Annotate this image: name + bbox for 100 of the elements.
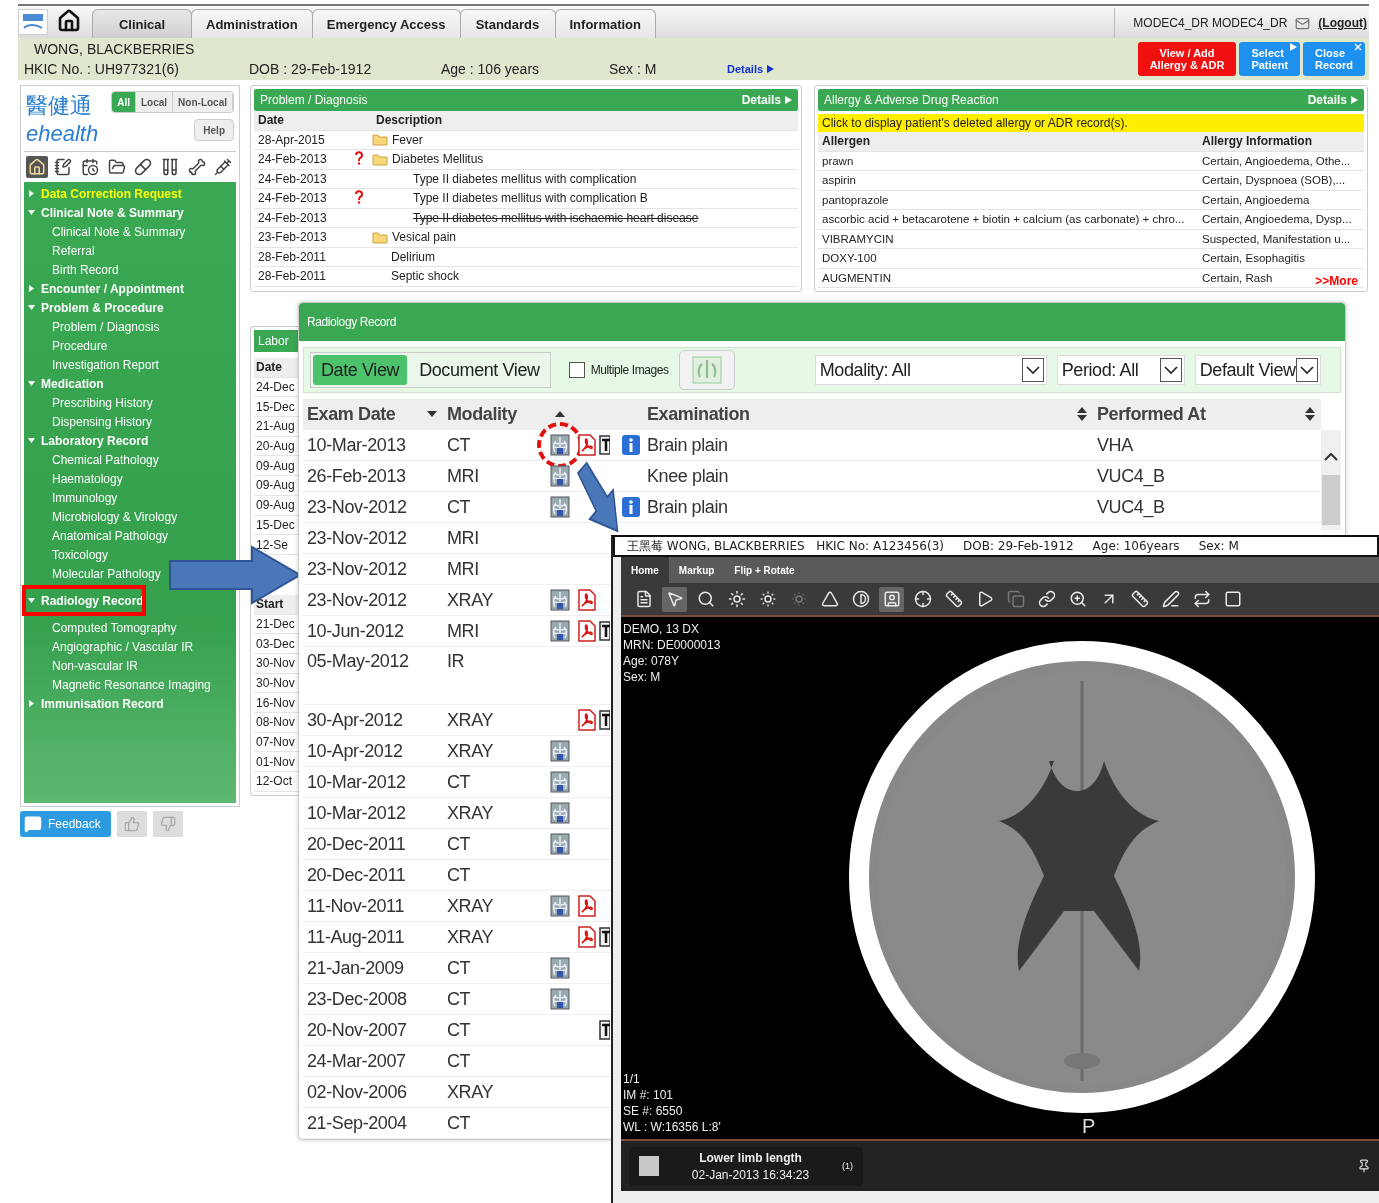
nav-item[interactable]: Computed Tomography	[24, 618, 177, 637]
view-tab[interactable]: Document View	[411, 355, 548, 385]
details-link[interactable]: Details	[1307, 93, 1358, 107]
nav-item[interactable]: Data Correction Request	[24, 184, 182, 203]
nav-item[interactable]: Microbiology & Virology	[24, 507, 178, 526]
filter-tab[interactable]: Local	[136, 92, 174, 112]
caret-icon[interactable]	[28, 209, 35, 216]
sort-icon[interactable]	[555, 411, 565, 417]
filter-tab[interactable]: All	[112, 92, 136, 112]
nav-item[interactable]: Magnetic Resonance Imaging	[24, 675, 211, 694]
chevron-down-icon[interactable]	[1025, 365, 1040, 375]
nav-item[interactable]: Procedure	[24, 336, 108, 355]
nav-tab[interactable]: Emergency Access	[311, 9, 461, 38]
mail-icon[interactable]	[1295, 15, 1311, 31]
nav-item[interactable]: Laboratory Record	[24, 431, 149, 450]
table-cell-text: 28-Apr-2015	[257, 132, 325, 147]
panel-title: Labor	[258, 334, 289, 348]
chevron-down-icon[interactable]	[1299, 365, 1314, 375]
column-header[interactable]: Examination	[643, 403, 1093, 425]
nav-item[interactable]: Prescribing History	[24, 393, 153, 412]
dropdown[interactable]: Modality: All	[814, 355, 1047, 385]
nav-item[interactable]: Haematology	[24, 469, 123, 488]
caret-icon[interactable]	[28, 597, 35, 604]
thumbs-down-icon[interactable]	[152, 811, 183, 837]
nav-item[interactable]: Problem / Diagnosis	[24, 317, 160, 336]
nav-tab[interactable]: Administration	[191, 9, 313, 38]
nav-item[interactable]: Non-vascular IR	[24, 656, 139, 675]
help-button[interactable]: Help	[194, 119, 234, 141]
report-icon[interactable]	[599, 621, 610, 641]
nav-item[interactable]: Referral	[24, 241, 95, 260]
more-link[interactable]: >>More	[1315, 274, 1358, 288]
chevron-up-icon[interactable]	[1324, 452, 1338, 461]
nav-tab[interactable]: Clinical	[92, 9, 192, 38]
column-header[interactable]: Exam Date	[303, 403, 443, 425]
close-record-button[interactable]: Close Record	[1303, 42, 1365, 76]
filter-tab[interactable]: Non-Local	[173, 92, 233, 112]
nav-item[interactable]: Immunology	[24, 488, 118, 507]
info-icon[interactable]	[622, 497, 640, 517]
nav-tab[interactable]: Standards	[459, 9, 556, 38]
deleted-records-notice[interactable]: Click to display patient's deleted allergy or ADR record(s).	[818, 114, 1364, 132]
triangle-icon[interactable]	[767, 65, 775, 73]
thumbs-up-icon[interactable]	[116, 811, 147, 837]
report-icon[interactable]	[599, 710, 610, 730]
nav-item[interactable]: Problem & Procedure	[24, 298, 164, 317]
checkbox[interactable]	[568, 362, 585, 378]
allergy-button[interactable]: View / Add Allergy & ADR	[1137, 42, 1237, 76]
nav-item[interactable]: Medication	[24, 374, 104, 393]
close-icon[interactable]	[1354, 43, 1362, 51]
caret-icon[interactable]	[28, 304, 35, 311]
select-patient-button[interactable]: Select Patient	[1239, 42, 1301, 76]
series-thumbnail[interactable]: Lower limb length 02-Jan-2013 16:34:23 (1)	[629, 1146, 863, 1186]
table-cell-text: 23-Nov-2012	[306, 496, 408, 518]
caret-icon[interactable]	[28, 285, 35, 292]
nav-item[interactable]: Chemical Pathology	[24, 450, 159, 469]
caret-icon[interactable]	[28, 380, 35, 387]
nav-item[interactable]: Immunisation Record	[24, 694, 164, 713]
viewer-tab[interactable]: Markup	[668, 557, 725, 583]
nav-item[interactable]: Birth Record	[24, 260, 119, 279]
pin-icon[interactable]	[1357, 1159, 1371, 1173]
sort-icon[interactable]	[427, 411, 437, 417]
sort-icon[interactable]	[1077, 407, 1087, 421]
viewer-tab[interactable]: Flip + Rotate	[724, 557, 805, 583]
chevron-down-icon[interactable]	[1163, 365, 1178, 375]
nav-tab[interactable]: Information	[554, 9, 656, 38]
nav-item[interactable]: Anatomical Pathology	[24, 526, 169, 545]
logout-link[interactable]: (Logout)	[1318, 16, 1367, 30]
view-tab[interactable]: Date View	[313, 355, 408, 385]
nav-item[interactable]: Clinical Note & Summary	[24, 203, 184, 222]
nav-item[interactable]: Encounter / Appointment	[24, 279, 184, 298]
home-icon[interactable]	[56, 8, 82, 34]
caret-icon[interactable]	[28, 700, 35, 707]
column-header[interactable]: Performed At	[1093, 403, 1321, 425]
syringe-icon[interactable]	[212, 156, 234, 178]
sort-icon[interactable]	[1305, 407, 1315, 421]
report-icon[interactable]	[599, 1020, 610, 1040]
nav-item[interactable]: Investigation Report	[24, 355, 159, 374]
details-link[interactable]: Details	[741, 93, 792, 107]
dropdown[interactable]: Default View	[1194, 355, 1321, 385]
info-icon[interactable]	[622, 435, 640, 455]
caret-icon[interactable]	[28, 190, 35, 197]
nav-item[interactable]: Angiographic / Vascular IR	[24, 637, 194, 656]
table-cell-text: 24-Feb-2013	[257, 171, 327, 186]
caret-icon[interactable]	[28, 437, 35, 444]
report-icon[interactable]	[599, 435, 610, 455]
pointer-icon[interactable]	[662, 586, 687, 612]
calendar-icon[interactable]	[79, 156, 101, 178]
person-frame-icon[interactable]	[879, 586, 904, 612]
dropdown[interactable]: Period: All	[1056, 355, 1185, 385]
table-cell: VUC4_B	[1097, 465, 1165, 487]
column-header[interactable]: Modality	[443, 403, 545, 425]
nav-item[interactable]: Dispensing History	[24, 412, 153, 431]
details-link[interactable]: Details	[727, 63, 775, 75]
viewer-tab[interactable]: Home	[621, 557, 669, 583]
nav-item[interactable]: Molecular Pathology	[24, 564, 161, 583]
comment-icon[interactable]	[24, 815, 42, 833]
feedback-button[interactable]: Feedback	[20, 811, 111, 837]
nav-item[interactable]: Toxicology	[24, 545, 109, 564]
report-icon[interactable]	[599, 927, 610, 947]
scrollbar[interactable]	[1321, 430, 1341, 530]
nav-item[interactable]: Clinical Note & Summary	[24, 222, 186, 241]
